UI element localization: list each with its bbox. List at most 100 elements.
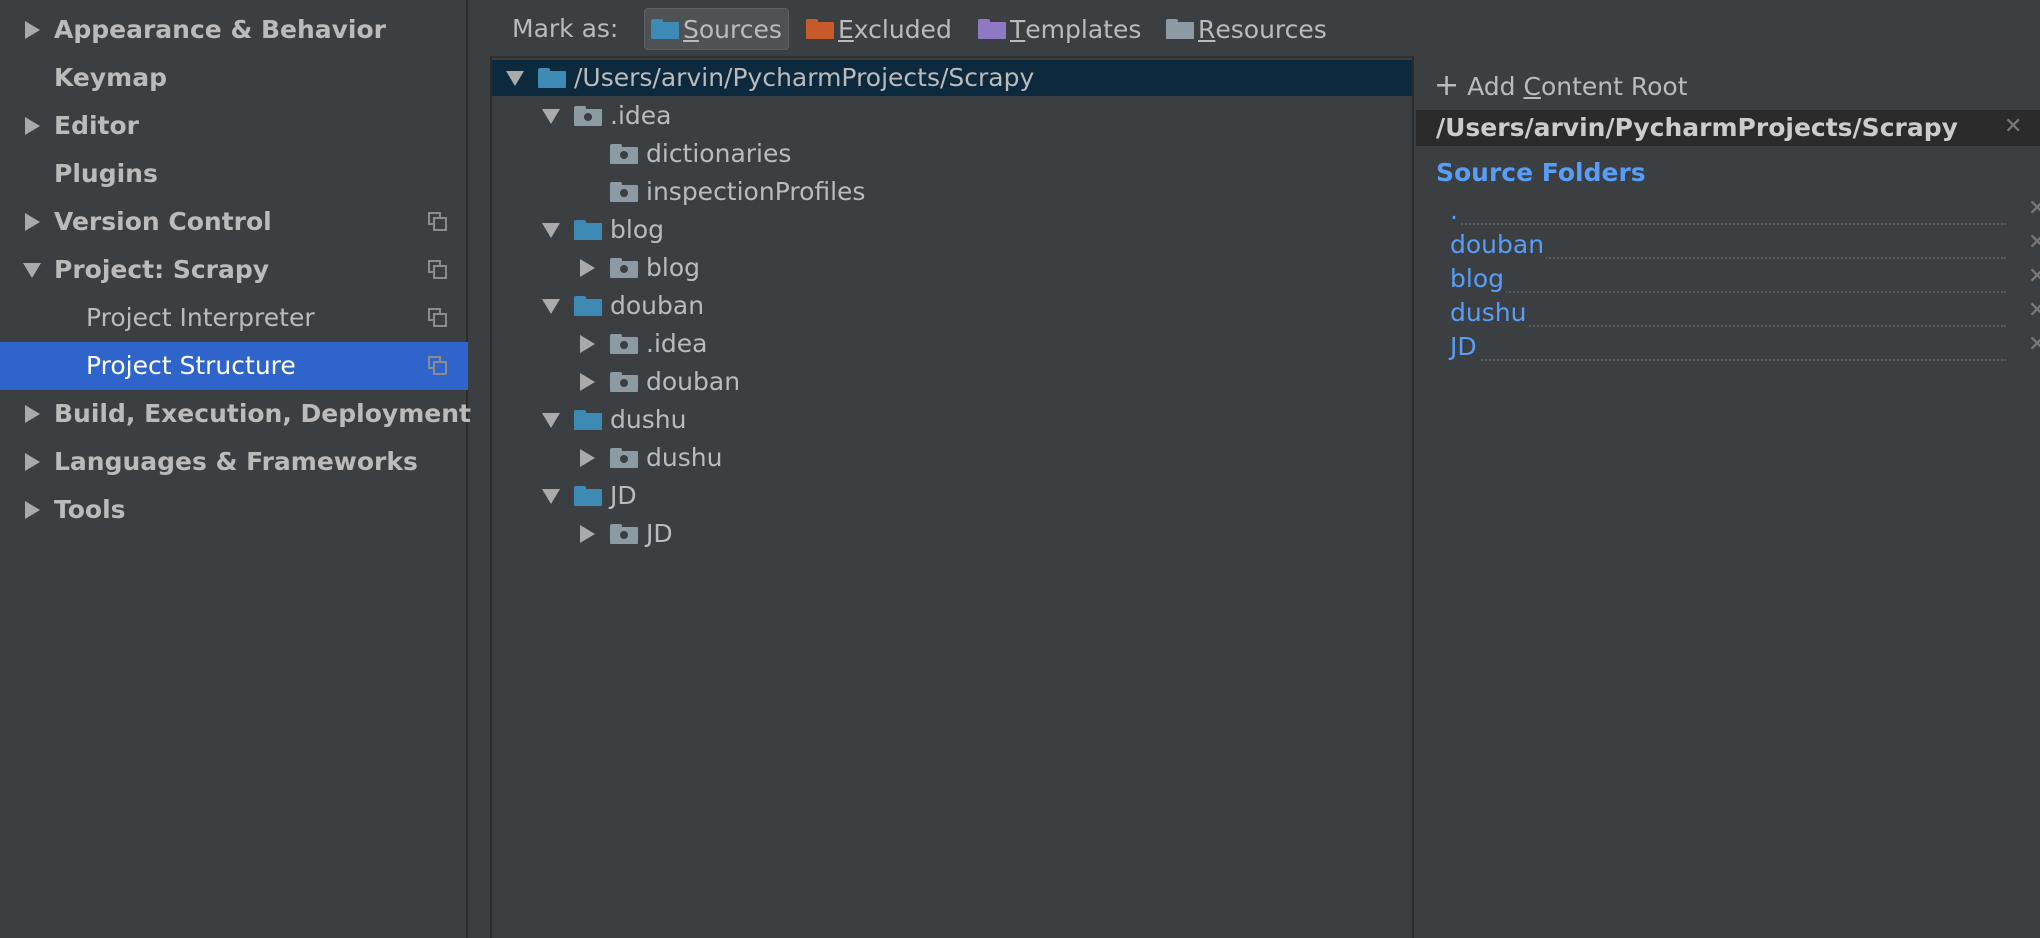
tree-row-label: blog bbox=[646, 253, 700, 282]
tree-row-label: dushu bbox=[610, 405, 687, 434]
source-folder-item[interactable]: . ✕ bbox=[1450, 196, 2040, 228]
remove-source-folder-icon[interactable]: ✕ bbox=[2028, 298, 2040, 323]
project-level-icon bbox=[428, 212, 448, 232]
chevron-down-icon[interactable] bbox=[22, 258, 42, 282]
source-folder-name[interactable]: JD bbox=[1450, 332, 1479, 361]
tree-row[interactable]: dushu bbox=[492, 402, 1412, 438]
remove-source-folder-icon[interactable]: ✕ bbox=[2028, 230, 2040, 255]
chevron-down-icon[interactable] bbox=[542, 411, 560, 429]
chevron-right-icon[interactable] bbox=[578, 449, 596, 467]
sidebar-item-label: Project Interpreter bbox=[86, 303, 315, 332]
folder-icon bbox=[610, 182, 638, 202]
sidebar-item-build-execution-deployment[interactable]: Build, Execution, Deployment bbox=[0, 390, 471, 438]
sidebar-item-appearance-behavior[interactable]: Appearance & Behavior bbox=[0, 6, 468, 54]
sidebar-item-keymap[interactable]: Keymap bbox=[0, 54, 468, 102]
tree-row-label: JD bbox=[610, 481, 637, 510]
chevron-down-icon[interactable] bbox=[506, 69, 524, 87]
tree-row[interactable]: blog bbox=[492, 250, 1412, 286]
tree-row[interactable]: .idea bbox=[492, 326, 1412, 362]
source-folder-name[interactable]: dushu bbox=[1450, 298, 1529, 327]
chevron-down-icon[interactable] bbox=[542, 297, 560, 315]
tree-row[interactable]: dictionaries bbox=[492, 136, 1412, 172]
add-content-root-button[interactable]: + Add Content Root bbox=[1434, 68, 1688, 103]
chevron-right-icon[interactable] bbox=[22, 498, 42, 522]
source-folder-item[interactable]: douban ✕ bbox=[1450, 230, 2040, 262]
folder-icon bbox=[610, 258, 638, 278]
settings-sidebar: Appearance & Behavior Keymap Editor Plugins… bbox=[0, 0, 471, 938]
project-level-icon bbox=[428, 308, 448, 328]
chevron-right-icon[interactable] bbox=[22, 114, 42, 138]
remove-source-folder-icon[interactable]: ✕ bbox=[2028, 332, 2040, 357]
sidebar-item-project-structure[interactable]: Project Structure bbox=[0, 342, 468, 390]
sidebar-item-languages-frameworks[interactable]: Languages & Frameworks bbox=[0, 438, 468, 486]
mark-as-toolbar: Mark as: Sources Excluded Templates Resourc… bbox=[470, 0, 2040, 56]
sidebar-item-label: Appearance & Behavior bbox=[54, 15, 386, 44]
chevron-right-icon[interactable] bbox=[578, 373, 596, 391]
chevron-right-icon[interactable] bbox=[578, 335, 596, 353]
chevron-right-icon[interactable] bbox=[22, 450, 42, 474]
chevron-right-icon[interactable] bbox=[578, 259, 596, 277]
chevron-right-icon[interactable] bbox=[22, 402, 42, 426]
source-folder-item[interactable]: dushu ✕ bbox=[1450, 298, 2040, 330]
tree-row[interactable]: dushu bbox=[492, 440, 1412, 476]
button-label: xcluded bbox=[853, 14, 952, 44]
folder-icon bbox=[978, 19, 1006, 39]
folder-icon bbox=[1166, 19, 1194, 39]
sidebar-item-version-control[interactable]: Version Control bbox=[0, 198, 468, 246]
source-folder-item[interactable]: blog ✕ bbox=[1450, 264, 2040, 296]
chevron-right-icon[interactable] bbox=[22, 18, 42, 42]
sidebar-item-plugins[interactable]: Plugins bbox=[0, 150, 468, 198]
tree-row[interactable]: /Users/arvin/PycharmProjects/Scrapy bbox=[492, 60, 1412, 96]
tree-row[interactable]: douban bbox=[492, 364, 1412, 400]
source-folder-name[interactable]: . bbox=[1450, 196, 1460, 225]
add-content-root-rest: ontent Root bbox=[1540, 72, 1688, 101]
sidebar-item-tools[interactable]: Tools bbox=[0, 486, 468, 534]
tree-row[interactable]: .idea bbox=[492, 98, 1412, 134]
sidebar-item-editor[interactable]: Editor bbox=[0, 102, 468, 150]
mark-as-excluded-button[interactable]: Excluded bbox=[800, 8, 958, 50]
tree-row[interactable]: JD bbox=[492, 516, 1412, 552]
sidebar-item-label: Project: Scrapy bbox=[54, 255, 270, 284]
tree-row[interactable]: douban bbox=[492, 288, 1412, 324]
mark-as-sources-button[interactable]: Sources bbox=[644, 8, 789, 50]
tree-row[interactable]: inspectionProfiles bbox=[492, 174, 1412, 210]
chevron-down-icon[interactable] bbox=[542, 487, 560, 505]
source-folder-item[interactable]: JD ✕ bbox=[1450, 332, 2040, 364]
remove-source-folder-icon[interactable]: ✕ bbox=[2028, 196, 2040, 221]
sidebar-item-label: Editor bbox=[54, 111, 139, 140]
chevron-down-icon[interactable] bbox=[542, 221, 560, 239]
sidebar-item-project-interpreter[interactable]: Project Interpreter bbox=[0, 294, 468, 342]
folder-icon bbox=[610, 334, 638, 354]
plus-icon: + bbox=[1434, 68, 1460, 103]
folder-icon bbox=[610, 448, 638, 468]
chevron-right-icon[interactable] bbox=[578, 525, 596, 543]
tree-row[interactable]: blog bbox=[492, 212, 1412, 248]
sidebar-item-label: Keymap bbox=[54, 63, 168, 92]
tree-row[interactable]: JD bbox=[492, 478, 1412, 514]
project-tree: /Users/arvin/PycharmProjects/Scrapy .idea… bbox=[490, 56, 1414, 938]
tree-row-label: /Users/arvin/PycharmProjects/Scrapy bbox=[574, 63, 1035, 92]
content-roots-panel: + Add Content Root /Users/arvin/PycharmPr… bbox=[1416, 56, 2040, 938]
folder-icon bbox=[574, 106, 602, 126]
folder-icon bbox=[574, 220, 602, 240]
mark-as-resources-button[interactable]: Resources bbox=[1160, 8, 1333, 50]
remove-source-folder-icon[interactable]: ✕ bbox=[2028, 264, 2040, 289]
chevron-right-icon[interactable] bbox=[22, 210, 42, 234]
source-folder-name[interactable]: blog bbox=[1450, 264, 1506, 293]
source-folder-name[interactable]: douban bbox=[1450, 230, 1547, 259]
mnemonic-letter: E bbox=[838, 14, 854, 44]
mnemonic-letter: R bbox=[1198, 14, 1216, 44]
mark-as-label: Mark as: bbox=[512, 14, 619, 43]
sidebar-item-project-scrapy[interactable]: Project: Scrapy bbox=[0, 246, 468, 294]
sidebar-item-label: Tools bbox=[54, 495, 126, 524]
project-level-icon bbox=[428, 356, 448, 376]
chevron-down-icon[interactable] bbox=[542, 107, 560, 125]
button-label: ources bbox=[698, 14, 782, 44]
folder-icon bbox=[574, 486, 602, 506]
mark-as-templates-button[interactable]: Templates bbox=[972, 8, 1147, 50]
button-label: emplates bbox=[1025, 14, 1142, 44]
sidebar-item-label: Version Control bbox=[54, 207, 272, 236]
project-level-icon bbox=[428, 260, 448, 280]
remove-content-root-icon[interactable]: ✕ bbox=[2004, 114, 2022, 139]
add-content-root-prefix: Add bbox=[1467, 72, 1524, 101]
